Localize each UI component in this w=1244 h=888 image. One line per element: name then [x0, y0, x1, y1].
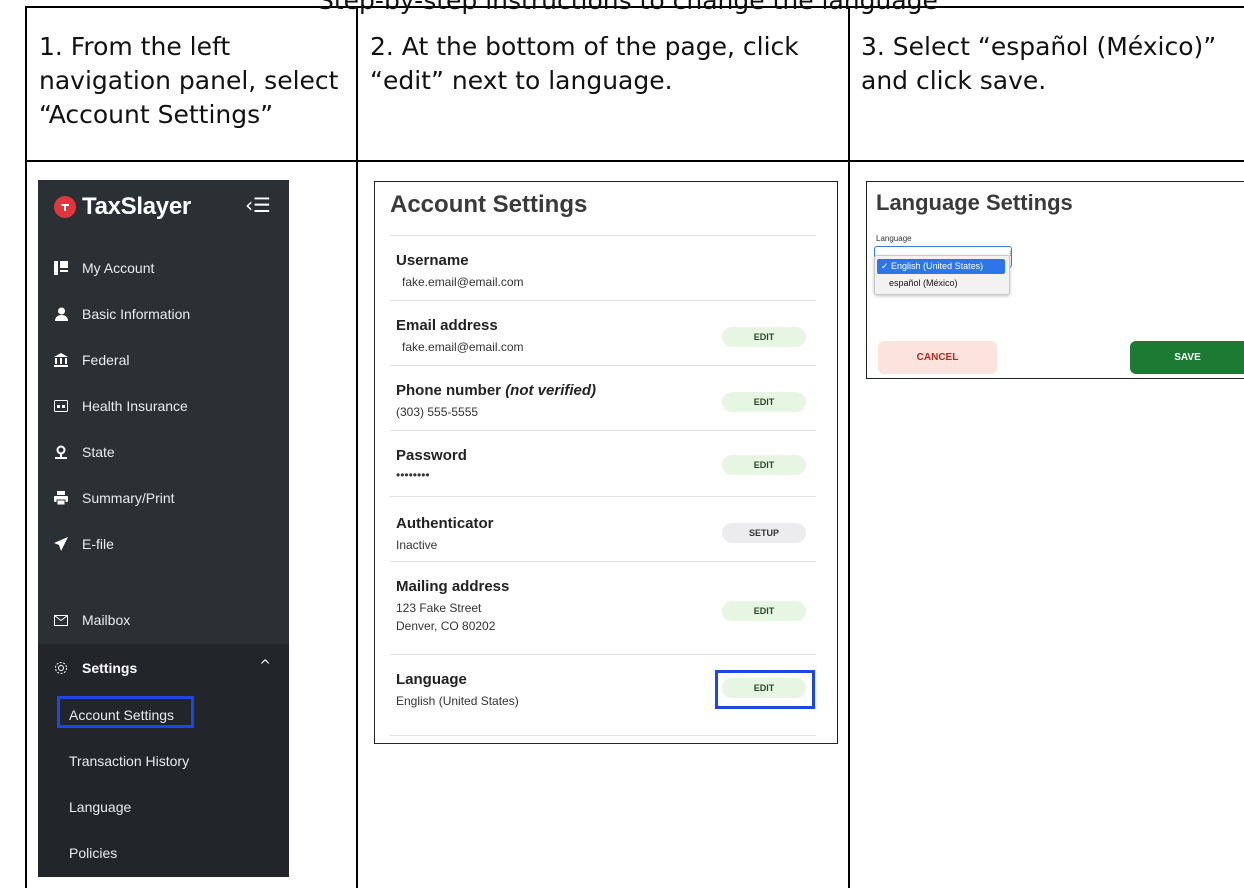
language-settings-panel: Language Settings Language ⁝ ✓ English (…	[866, 181, 1244, 379]
sidebar-item-label: Health Insurance	[82, 398, 188, 414]
taxslayer-logo-icon	[54, 196, 76, 218]
username-value: fake.email@email.com	[402, 275, 524, 289]
email-row: Email address fake.email@email.com EDIT	[390, 300, 816, 366]
password-edit-button[interactable]: EDIT	[722, 455, 806, 475]
email-value: fake.email@email.com	[402, 340, 524, 354]
step-2-instruction: 2. At the bottom of the page, click “edit…	[370, 32, 799, 95]
language-dropdown-list: ✓ English (United States) español (Méxic…	[874, 255, 1010, 295]
username-row: Username fake.email@email.com	[390, 235, 816, 301]
account-icon	[54, 260, 68, 276]
mailing-line1: 123 Fake Street	[396, 601, 482, 615]
cancel-button[interactable]: CANCEL	[878, 341, 997, 374]
password-value: ••••••••	[396, 468, 430, 482]
sidebar-item-label: State	[82, 444, 115, 460]
language-field-label: Language	[876, 234, 912, 243]
settings-section: Settings ^ Account Settings Transaction …	[38, 644, 289, 877]
sidebar-item-summary-print[interactable]: Summary/Print	[54, 490, 175, 506]
sidebar-item-federal[interactable]: Federal	[54, 352, 129, 368]
mailing-label: Mailing address	[396, 578, 510, 595]
gear-icon	[54, 660, 68, 676]
sidebar-item-state[interactable]: State	[54, 444, 115, 460]
sidebar-item-my-account[interactable]: My Account	[54, 260, 154, 276]
grid-left-border	[25, 6, 27, 888]
person-icon	[54, 306, 68, 322]
sidebar-item-health-insurance[interactable]: Health Insurance	[54, 398, 188, 414]
grid-column-divider-1	[356, 6, 358, 888]
sidebar-item-label: Federal	[82, 352, 130, 368]
grid-column-divider-2	[848, 6, 850, 888]
option-espanol-mexico[interactable]: español (México)	[877, 276, 1005, 291]
password-label: Password	[396, 447, 467, 464]
sidebar-subitem-language[interactable]: Language	[69, 799, 131, 815]
map-pin-icon	[54, 444, 68, 460]
option-english-united-states[interactable]: ✓ English (United States)	[877, 259, 1005, 274]
phone-edit-button[interactable]: EDIT	[722, 392, 806, 412]
language-edit-highlight	[715, 670, 815, 709]
step-3-instruction: 3. Select “español (México)” and click sa…	[861, 32, 1217, 95]
language-value: English (United States)	[396, 694, 519, 708]
sidebar-item-basic-information[interactable]: Basic Information	[54, 306, 190, 322]
username-label: Username	[396, 252, 469, 269]
save-button[interactable]: SAVE	[1130, 341, 1244, 374]
sidebar-item-label: Basic Information	[82, 306, 191, 322]
step-1-instruction: 1. From the left navigation panel, select…	[39, 32, 339, 129]
sidebar-subitem-policies[interactable]: Policies	[69, 845, 117, 861]
bank-icon	[54, 352, 68, 368]
authenticator-row: Authenticator Inactive SETUP	[390, 496, 816, 562]
mailing-edit-button[interactable]: EDIT	[722, 601, 806, 621]
sidebar-item-mailbox[interactable]: Mailbox	[54, 612, 130, 628]
card-icon	[54, 398, 68, 414]
authenticator-label: Authenticator	[396, 515, 494, 532]
brand[interactable]: TaxSlayer	[54, 193, 191, 221]
sidebar-item-e-file[interactable]: E-file	[54, 536, 114, 552]
sidebar-item-label: My Account	[82, 260, 155, 276]
phone-row: Phone number (not verified) (303) 555-55…	[390, 365, 816, 431]
page-title: Account Settings	[390, 191, 588, 218]
password-row: Password •••••••• EDIT	[390, 430, 816, 497]
email-label: Email address	[396, 317, 498, 334]
brand-name: TaxSlayer	[82, 193, 191, 220]
phone-label: Phone number (not verified)	[396, 382, 597, 399]
authenticator-value: Inactive	[396, 538, 438, 552]
sidebar-item-label: E-file	[82, 536, 114, 552]
account-settings-highlight	[57, 696, 194, 728]
authenticator-setup-button[interactable]: SETUP	[722, 523, 806, 543]
sidebar-item-label: Summary/Print	[82, 490, 175, 506]
language-label: Language	[396, 671, 467, 688]
settings-label: Settings	[82, 660, 138, 676]
sidebar-item-label: Mailbox	[82, 612, 131, 628]
collapse-menu-icon[interactable]: ‹☰	[245, 193, 271, 217]
cut-off-header-text: Step-by-step instructions to change the …	[318, 0, 938, 15]
grid-header-divider	[25, 160, 1244, 162]
mailing-line2: Denver, CO 80202	[396, 619, 496, 633]
language-settings-title: Language Settings	[876, 190, 1073, 215]
mailing-address-row: Mailing address 123 Fake Street Denver, …	[390, 561, 816, 655]
chevron-up-icon[interactable]: ^	[259, 658, 271, 674]
sidebar-navigation: TaxSlayer ‹☰ My Account Basic Informatio…	[38, 180, 289, 877]
email-edit-button[interactable]: EDIT	[722, 327, 806, 347]
account-settings-panel: Account Settings Username fake.email@ema…	[374, 181, 838, 744]
send-icon	[54, 536, 68, 552]
mail-icon	[54, 612, 68, 628]
sidebar-item-settings[interactable]: Settings	[54, 660, 137, 676]
phone-not-verified-note: (not verified)	[505, 382, 597, 399]
phone-value: (303) 555-5555	[396, 405, 479, 419]
sidebar-subitem-transaction-history[interactable]: Transaction History	[69, 753, 189, 769]
printer-icon	[54, 490, 68, 506]
